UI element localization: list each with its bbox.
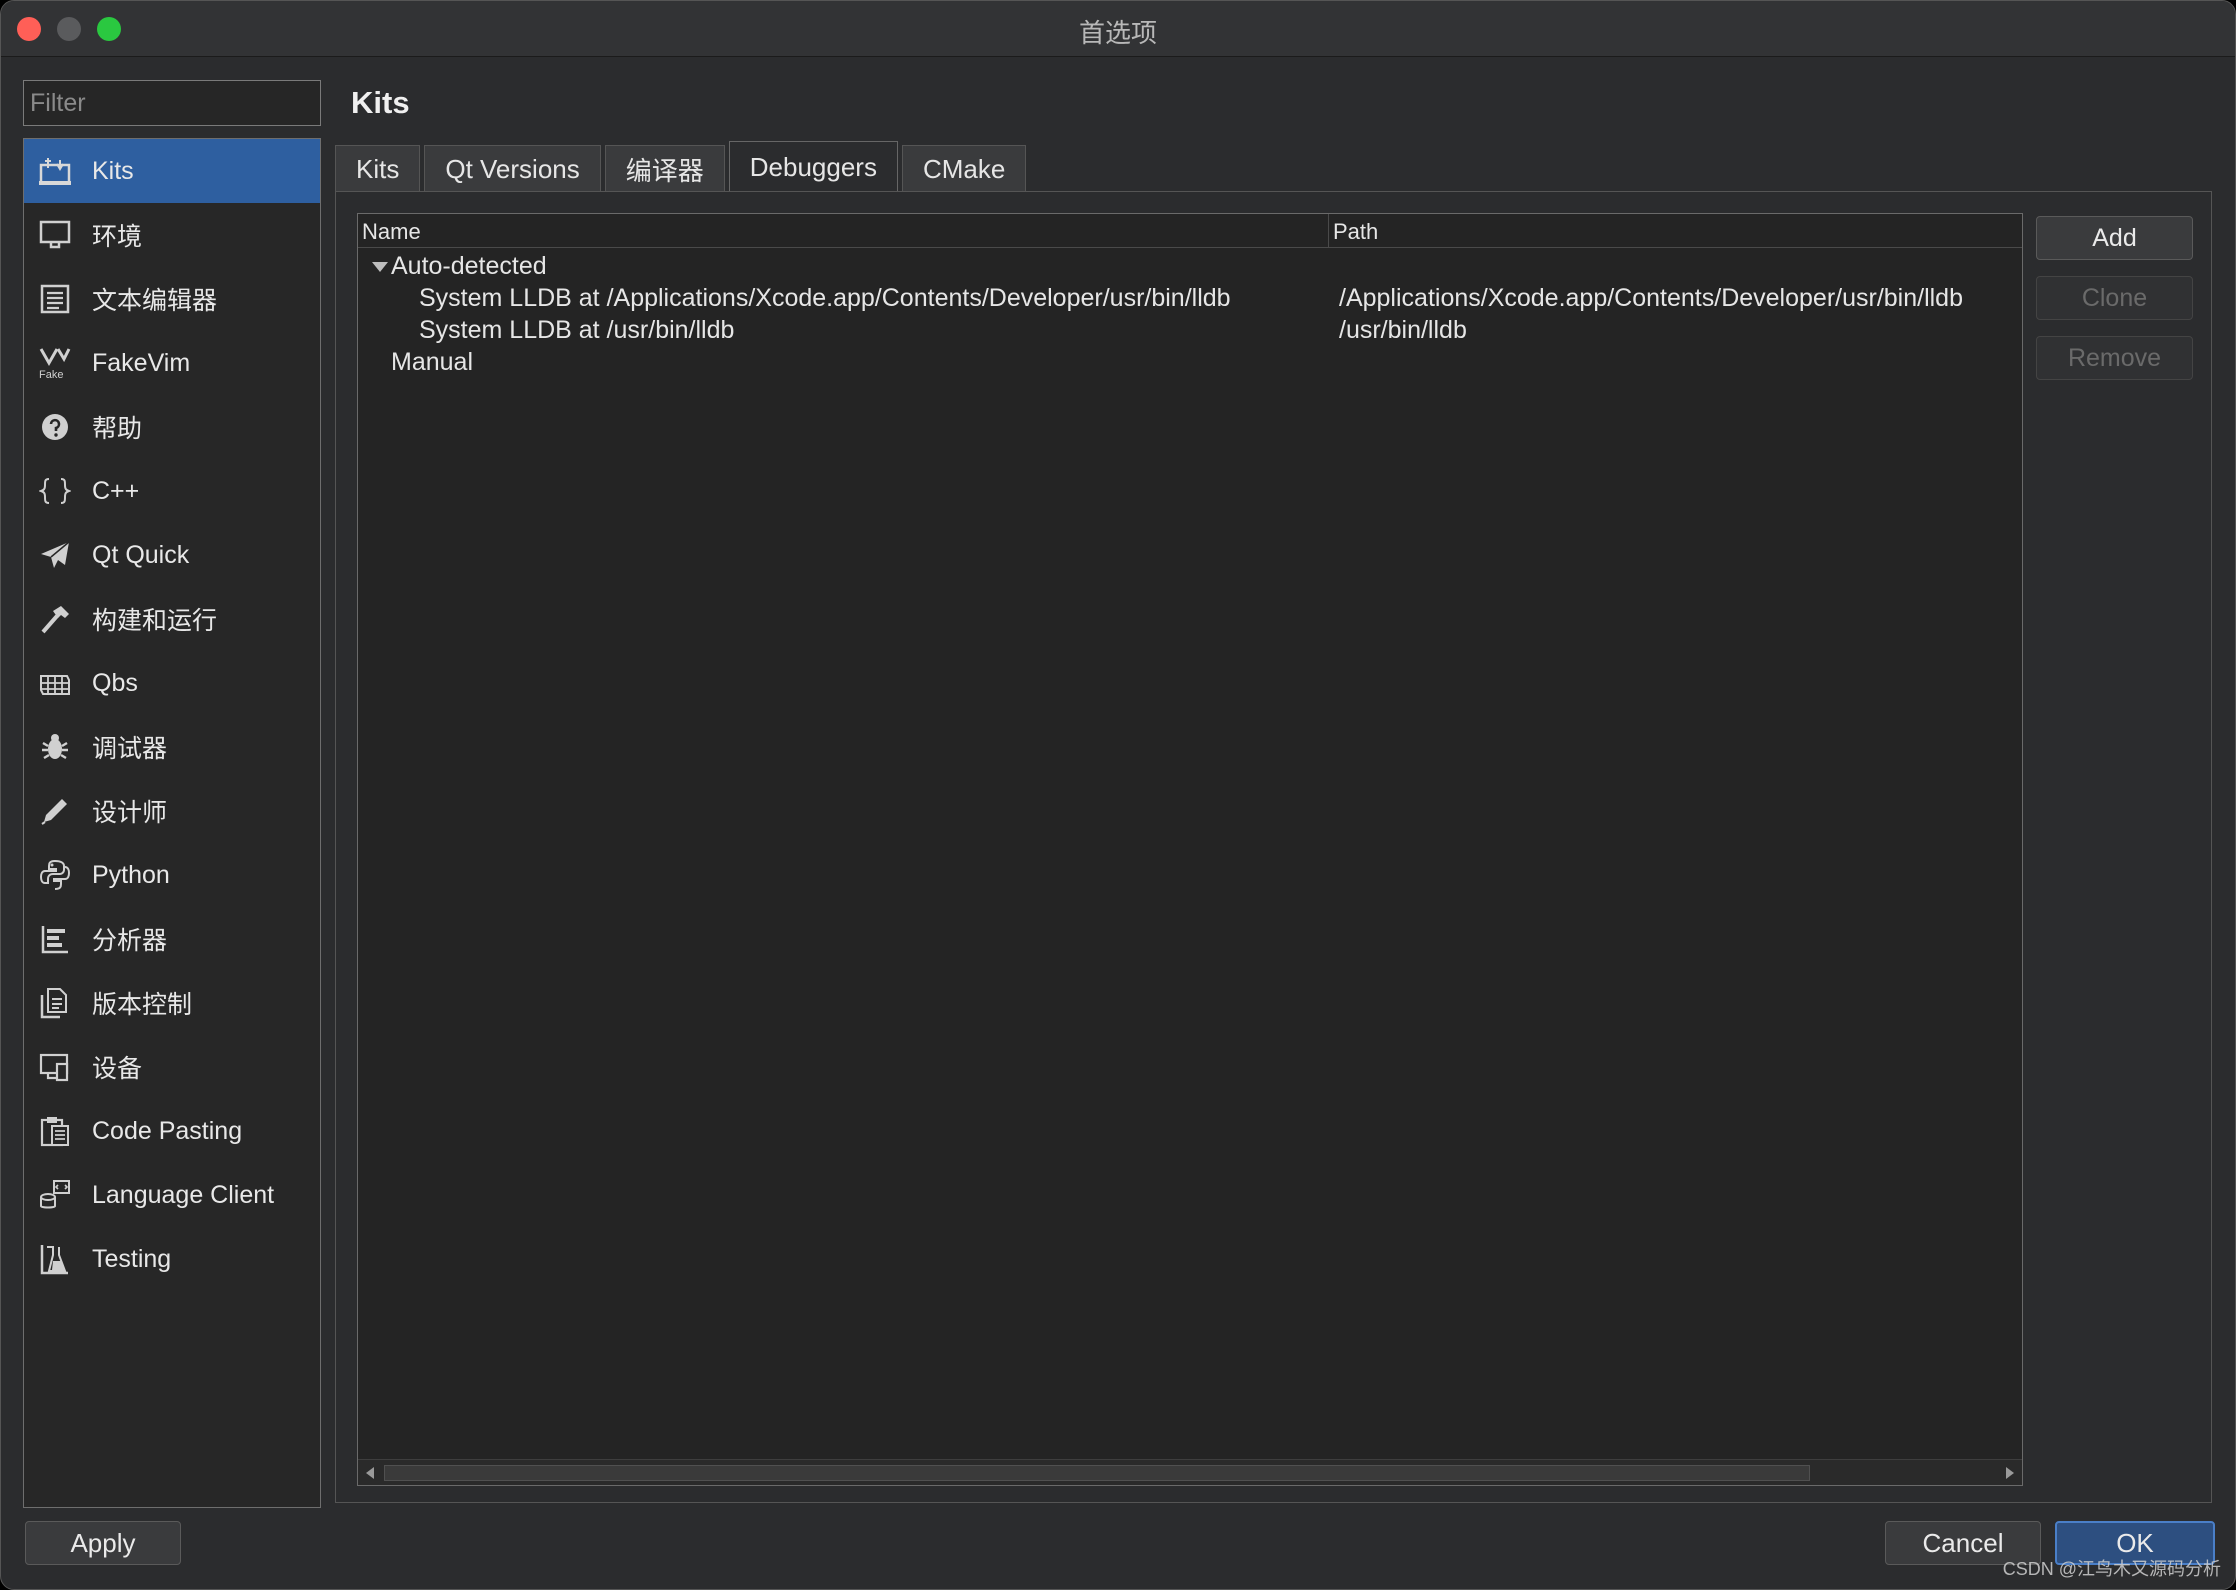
horizontal-scrollbar[interactable] bbox=[358, 1459, 2022, 1485]
sidebar-item-debugger[interactable]: 调试器 bbox=[24, 715, 320, 779]
debugger-name: System LLDB at /Applications/Xcode.app/C… bbox=[419, 284, 1231, 312]
table-row[interactable]: System LLDB at /usr/bin/lldb /usr/bin/ll… bbox=[358, 314, 2022, 346]
table-row[interactable]: System LLDB at /Applications/Xcode.app/C… bbox=[358, 282, 2022, 314]
scroll-right-icon[interactable] bbox=[2006, 1467, 2014, 1479]
language-client-icon bbox=[38, 1178, 72, 1212]
sidebar-item-testing[interactable]: Testing bbox=[24, 1227, 320, 1291]
tab-bar: Kits Qt Versions 编译器 Debuggers CMake bbox=[335, 141, 1030, 193]
column-header-name[interactable]: Name bbox=[362, 219, 421, 245]
sidebar-item-text-editor[interactable]: 文本编辑器 bbox=[24, 267, 320, 331]
tab-qt-versions[interactable]: Qt Versions bbox=[424, 145, 601, 193]
sidebar-item-label: 设备 bbox=[92, 1055, 143, 1083]
tab-compilers[interactable]: 编译器 bbox=[604, 145, 725, 193]
sidebar-item-qt-quick[interactable]: Qt Quick bbox=[24, 523, 320, 587]
kits-icon bbox=[38, 154, 72, 188]
sidebar-item-python[interactable]: Python bbox=[24, 843, 320, 907]
column-header-path[interactable]: Path bbox=[1333, 219, 1378, 245]
filter-input[interactable] bbox=[23, 80, 321, 126]
sidebar-item-analyzer[interactable]: 分析器 bbox=[24, 907, 320, 971]
python-icon bbox=[38, 858, 72, 892]
remove-button[interactable]: Remove bbox=[2036, 336, 2193, 380]
window-title: 首选项 bbox=[1078, 18, 1157, 48]
watermark: CSDN @江鸟木又源码分析 bbox=[2002, 1559, 2221, 1579]
sidebar-item-qbs[interactable]: Qbs bbox=[24, 651, 320, 715]
sidebar-item-label: 版本控制 bbox=[92, 991, 193, 1019]
monitor-icon bbox=[38, 218, 72, 252]
title-bar: 首选项 bbox=[1, 1, 2235, 57]
add-button[interactable]: Add bbox=[2036, 216, 2193, 260]
sidebar-item-label: 环境 bbox=[92, 223, 143, 251]
flask-icon bbox=[38, 1242, 72, 1276]
sidebar-item-code-pasting[interactable]: Code Pasting bbox=[24, 1099, 320, 1163]
page-title: Kits bbox=[351, 85, 410, 120]
sidebar-item-environment[interactable]: 环境 bbox=[24, 203, 320, 267]
sidebar-item-label: Kits bbox=[92, 156, 134, 185]
tree-group-manual[interactable]: Manual bbox=[358, 346, 2022, 378]
sidebar-item-cpp[interactable]: C++ bbox=[24, 459, 320, 523]
sidebar-item-build-run[interactable]: 构建和运行 bbox=[24, 587, 320, 651]
scrollbar-thumb[interactable] bbox=[384, 1465, 1810, 1481]
paper-plane-icon bbox=[38, 538, 72, 572]
tab-kits[interactable]: Kits bbox=[335, 145, 421, 193]
sidebar-item-fakevim[interactable]: Fake FakeVim bbox=[24, 331, 320, 395]
sidebar-item-label: Code Pasting bbox=[92, 1116, 243, 1145]
sidebar-item-devices[interactable]: 设备 bbox=[24, 1035, 320, 1099]
qbs-grid-icon bbox=[38, 666, 72, 700]
sidebar-item-label: Python bbox=[92, 860, 170, 889]
sidebar-item-label: 构建和运行 bbox=[92, 607, 218, 635]
preferences-window: 首选项 Kits 环境 文本编辑器 Fake FakeVim bbox=[0, 0, 2236, 1590]
sidebar-item-label: 分析器 bbox=[92, 927, 168, 955]
debugger-name: System LLDB at /usr/bin/lldb bbox=[419, 316, 735, 344]
bug-icon bbox=[38, 730, 72, 764]
sidebar-item-label: Qbs bbox=[92, 668, 138, 697]
tree-group-label: Manual bbox=[391, 348, 473, 376]
text-editor-icon bbox=[38, 282, 72, 316]
debugger-path: /usr/bin/lldb bbox=[1339, 316, 1467, 344]
sidebar-item-label: 文本编辑器 bbox=[92, 287, 218, 315]
sidebar-item-designer[interactable]: 设计师 bbox=[24, 779, 320, 843]
sidebar-item-label: 帮助 bbox=[92, 415, 143, 443]
braces-icon bbox=[38, 474, 72, 508]
clone-button[interactable]: Clone bbox=[2036, 276, 2193, 320]
fakevim-icon: Fake bbox=[38, 346, 72, 380]
sidebar-item-label: 调试器 bbox=[92, 735, 168, 763]
clipboard-icon bbox=[38, 1114, 72, 1148]
sidebar-item-label: 设计师 bbox=[92, 799, 168, 827]
pencil-icon bbox=[38, 794, 72, 828]
svg-text:Fake: Fake bbox=[39, 369, 63, 380]
sidebar: Kits 环境 文本编辑器 Fake FakeVim 帮助 C++ Qt Qui… bbox=[23, 138, 321, 1508]
sidebar-item-label: FakeVim bbox=[92, 348, 191, 377]
expand-arrow-icon[interactable] bbox=[372, 262, 388, 272]
devices-icon bbox=[38, 1050, 72, 1084]
sidebar-item-label: C++ bbox=[92, 476, 140, 505]
debuggers-tree[interactable]: Name Path Auto-detected System LLDB at /… bbox=[357, 213, 2023, 1486]
debugger-path: /Applications/Xcode.app/Contents/Develop… bbox=[1339, 284, 1963, 312]
tree-header: Name Path bbox=[358, 214, 2022, 248]
sidebar-item-version-control[interactable]: 版本控制 bbox=[24, 971, 320, 1035]
hammer-icon bbox=[38, 602, 72, 636]
tree-group-auto-detected[interactable]: Auto-detected bbox=[358, 250, 2022, 282]
tab-debuggers[interactable]: Debuggers bbox=[728, 141, 898, 193]
sidebar-item-kits[interactable]: Kits bbox=[24, 139, 320, 203]
help-icon bbox=[38, 410, 72, 444]
sidebar-item-language-client[interactable]: Language Client bbox=[24, 1163, 320, 1227]
tree-group-label: Auto-detected bbox=[391, 252, 547, 280]
scroll-left-icon[interactable] bbox=[366, 1467, 374, 1479]
sidebar-item-help[interactable]: 帮助 bbox=[24, 395, 320, 459]
version-control-icon bbox=[38, 986, 72, 1020]
sidebar-item-label: Testing bbox=[92, 1244, 172, 1273]
analyzer-icon bbox=[38, 922, 72, 956]
debuggers-panel: Name Path Auto-detected System LLDB at /… bbox=[335, 191, 2212, 1503]
tab-cmake[interactable]: CMake bbox=[901, 145, 1027, 193]
sidebar-item-label: Qt Quick bbox=[92, 540, 190, 569]
column-separator[interactable] bbox=[1328, 214, 1329, 248]
apply-button[interactable]: Apply bbox=[25, 1521, 181, 1565]
sidebar-item-label: Language Client bbox=[92, 1180, 275, 1209]
